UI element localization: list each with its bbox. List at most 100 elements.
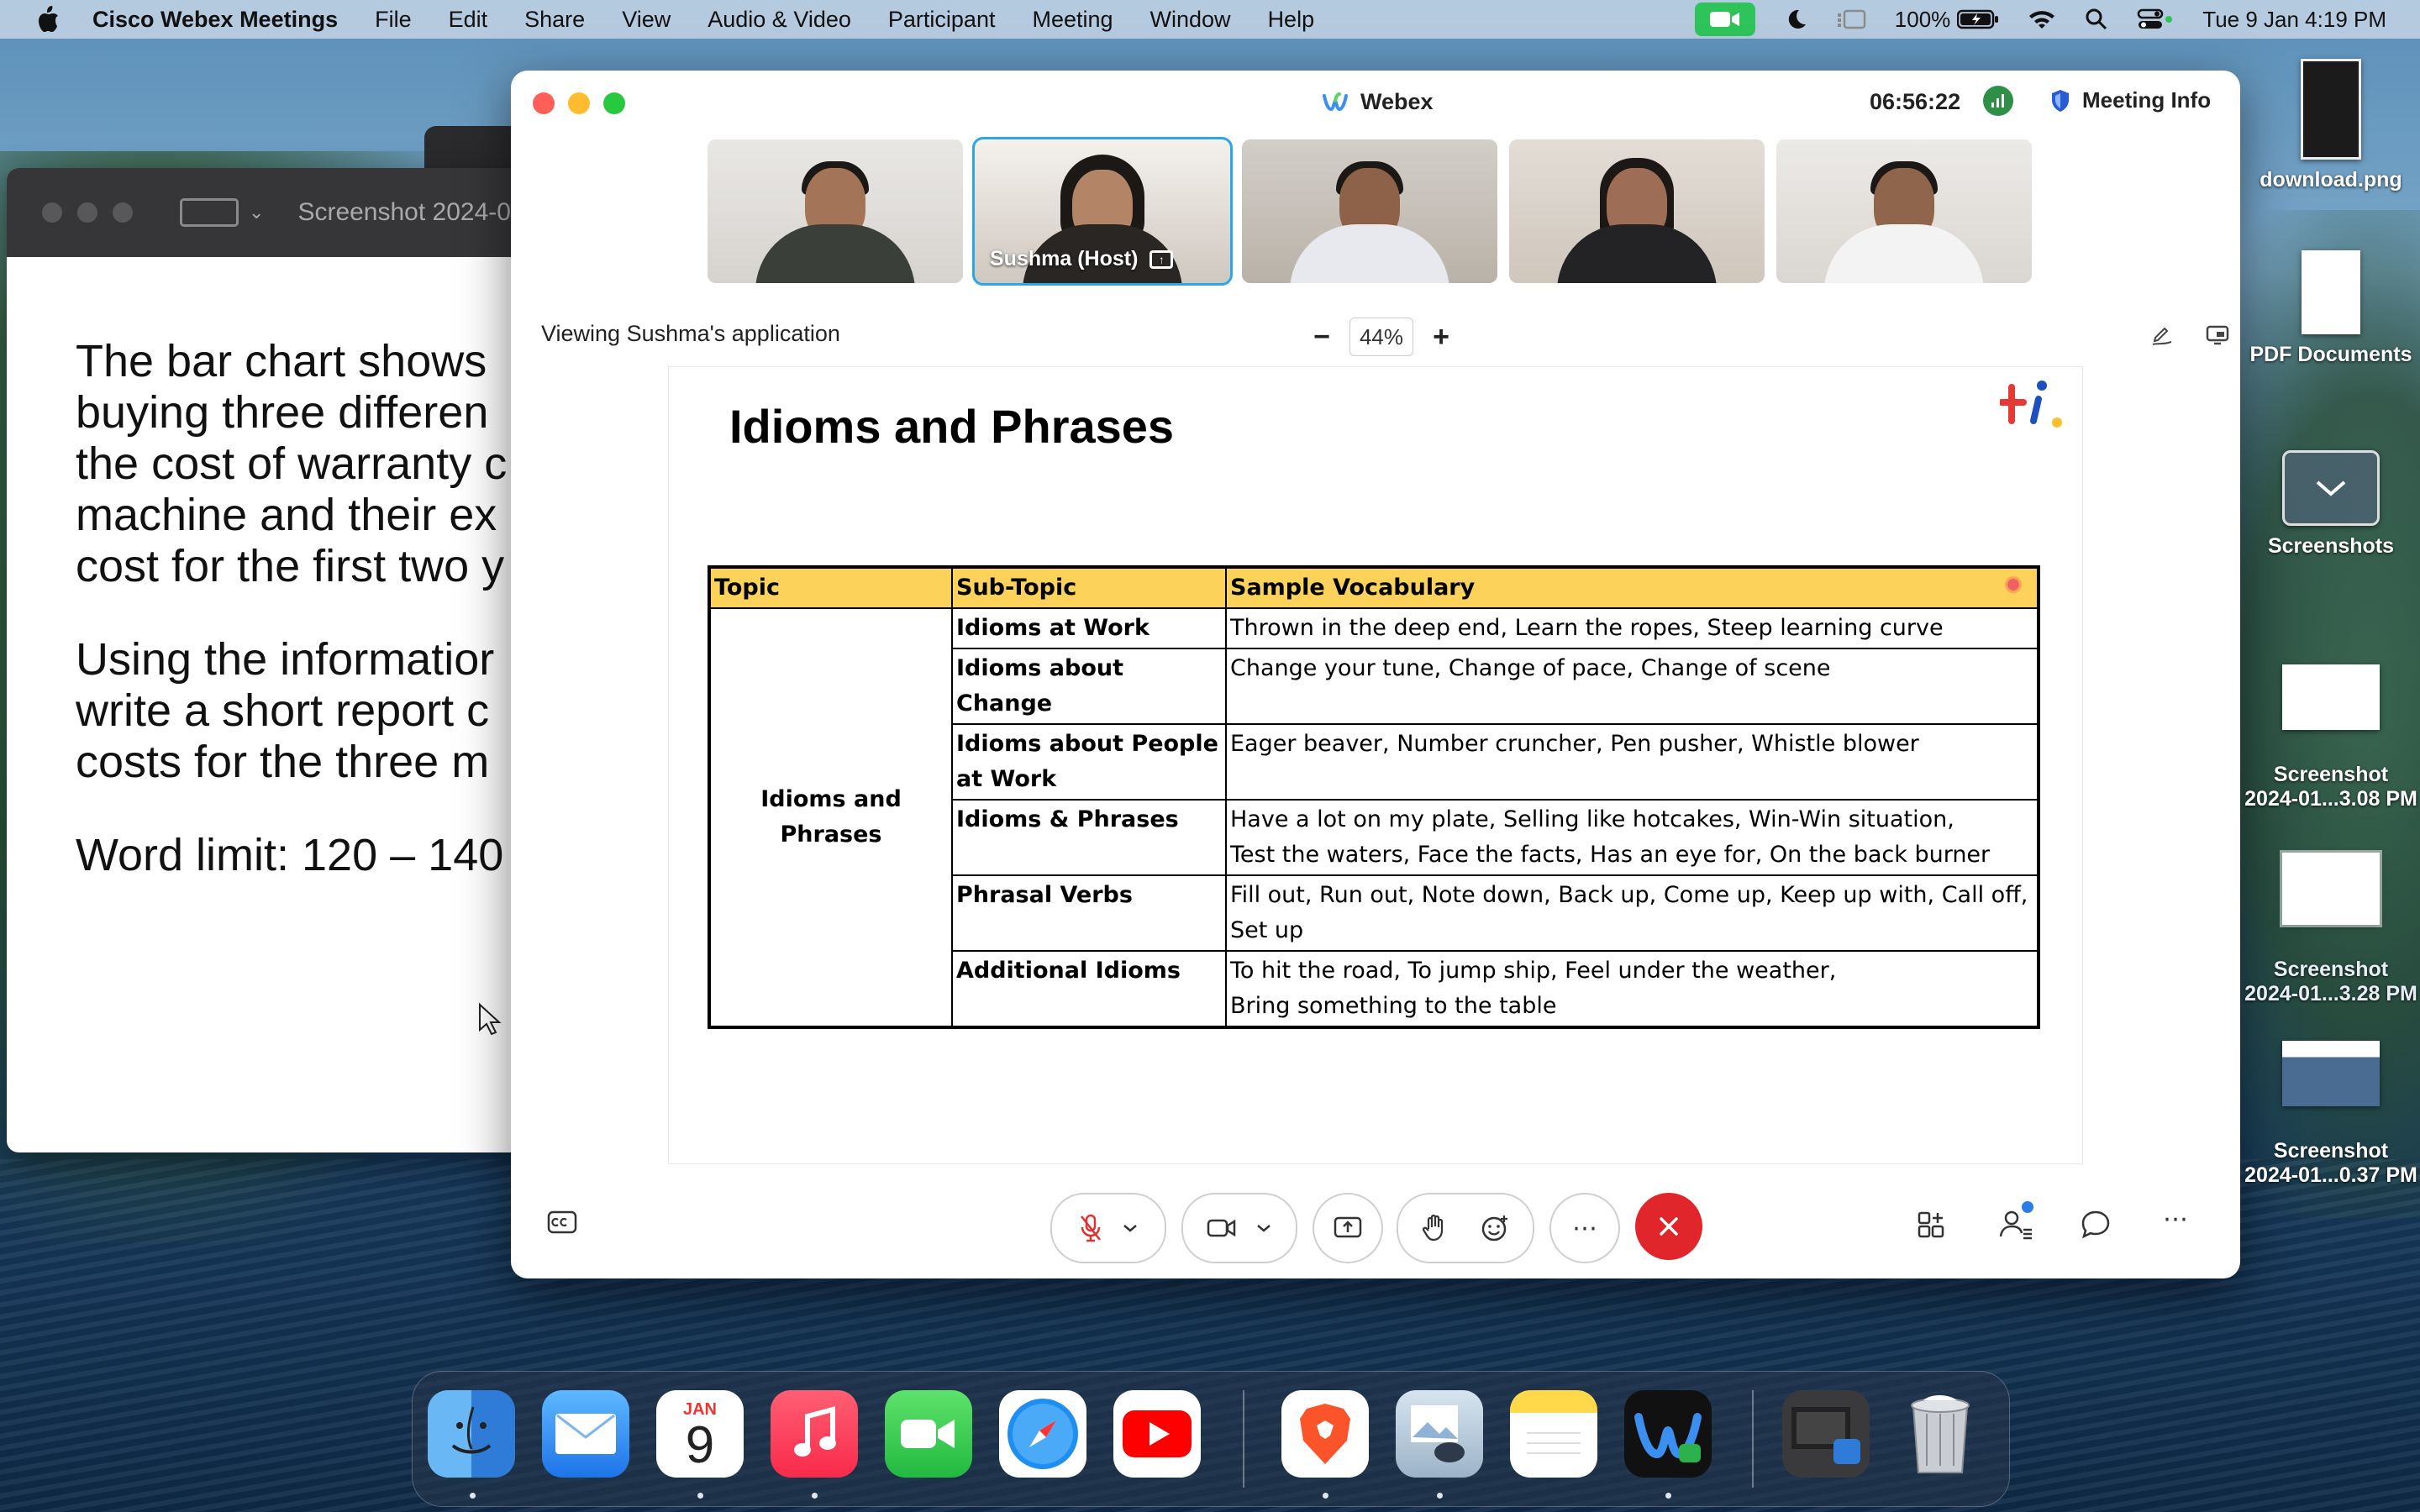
dock-notes[interactable] <box>1510 1390 1597 1478</box>
raise-hand-icon[interactable] <box>1422 1214 1447 1242</box>
zoom-out-button[interactable]: − <box>1309 321 1334 354</box>
dock-facetime[interactable] <box>885 1390 972 1478</box>
sharing-icon: ↑ <box>1150 249 1174 269</box>
desktop-file-screenshot-3[interactable]: Screenshot 2024-01...0.37 PM <box>2242 1016 2420 1188</box>
doc-paragraph-1: The bar chart shows buying three differe… <box>76 336 544 592</box>
participant-video-1[interactable] <box>708 139 963 283</box>
host-name-label: Sushma (Host) <box>990 247 1139 270</box>
dock-screenshot-stack[interactable] <box>1782 1390 1870 1478</box>
stage-manager-icon[interactable] <box>1836 8 1866 31</box>
spotlight-search-icon[interactable] <box>2085 8 2108 31</box>
participant-video-5[interactable] <box>1776 139 2032 283</box>
active-app-name[interactable]: Cisco Webex Meetings <box>92 7 338 33</box>
control-center-icon[interactable] <box>2137 8 2174 31</box>
zoom-level-field[interactable]: 44% <box>1349 318 1413 356</box>
more-options-button[interactable]: ⋯ <box>1549 1193 1620 1263</box>
dock-calendar[interactable]: JAN 9 <box>656 1390 744 1478</box>
desktop-file-download-png[interactable]: download.png <box>2242 59 2420 192</box>
meeting-info-button[interactable]: Meeting Info <box>2050 87 2211 113</box>
doc-line: costs for the three m <box>76 737 490 787</box>
focus-moon-icon[interactable] <box>1784 8 1807 31</box>
battery-status[interactable]: 100% <box>1895 7 2000 33</box>
dock-brave[interactable] <box>1281 1390 1369 1478</box>
dock-music[interactable] <box>771 1390 858 1478</box>
preview-photos-icon <box>1411 1405 1465 1462</box>
doc-line: machine and their ex <box>76 490 497 540</box>
participant-video-4[interactable] <box>1509 139 1765 283</box>
participant-video-host[interactable]: Sushma (Host) ↑ <box>972 137 1233 286</box>
menu-file[interactable]: File <box>375 7 412 33</box>
doc-line: Using the informatior <box>76 634 495 685</box>
participant-video-3[interactable] <box>1242 139 1497 283</box>
dock-webex[interactable] <box>1624 1390 1712 1478</box>
annotate-icon[interactable] <box>2149 323 2175 352</box>
network-signal-icon[interactable] <box>1983 86 2013 116</box>
wifi-icon[interactable] <box>2028 8 2056 30</box>
webex-meeting-window[interactable]: Webex 06:56:22 Meeting Info Sushma (Host… <box>511 71 2240 1278</box>
dock-trash[interactable] <box>1897 1390 1984 1478</box>
vocab-cell: Change your tune, Change of pace, Change… <box>1225 648 2039 725</box>
apple-menu-icon[interactable] <box>34 5 62 34</box>
pop-out-view-icon[interactable] <box>2205 323 2230 352</box>
screenshot-thumbnail <box>2280 850 2382 927</box>
dock-safari[interactable] <box>999 1390 1086 1478</box>
sidebar-toggle-icon[interactable] <box>180 198 239 227</box>
menu-audio-video[interactable]: Audio & Video <box>708 7 851 33</box>
menu-view[interactable]: View <box>622 7 671 33</box>
shared-screen-content[interactable]: Idioms and Phrases Topic Sub-Topic Sampl… <box>668 366 2083 1164</box>
dock: JAN 9 <box>412 1371 2010 1507</box>
vocab-line: Have a lot on my plate, Selling like hot… <box>1230 806 1954 832</box>
chevron-down-icon <box>2316 480 2346 496</box>
chevron-down-icon <box>1123 1225 1137 1232</box>
desktop-stack-screenshots[interactable]: Screenshots <box>2242 450 2420 559</box>
dock-mail[interactable] <box>542 1390 629 1478</box>
chevron-down-icon[interactable]: ⌄ <box>249 202 264 223</box>
battery-icon <box>1957 9 1999 29</box>
fullscreen-window-button[interactable] <box>603 92 625 114</box>
desktop-file-screenshot-2[interactable]: Screenshot 2024-01...3.28 PM <box>2242 828 2420 1006</box>
overflow-menu-icon[interactable]: ⋯ <box>2163 1205 2188 1234</box>
leave-meeting-button[interactable] <box>1635 1193 1702 1260</box>
battery-percent: 100% <box>1894 6 1951 32</box>
table-row: Idioms and Phrases Idioms at Work Thrown… <box>708 607 2039 1028</box>
dock-preview[interactable] <box>1396 1390 1483 1478</box>
doc-line: cost for the first two y <box>76 541 505 591</box>
video-button[interactable] <box>1181 1193 1297 1263</box>
menu-window[interactable]: Window <box>1150 7 1231 33</box>
apps-icon[interactable] <box>1916 1208 1949 1246</box>
preview-window-title: Screenshot 2024-01 <box>297 198 525 226</box>
vocab-cell: Have a lot on my plate, Selling like hot… <box>1225 799 2039 876</box>
running-indicator <box>1665 1493 1671 1499</box>
menubar-clock[interactable]: Tue 9 Jan 4:19 PM <box>2202 7 2386 33</box>
brave-lion-icon <box>1300 1404 1350 1464</box>
close-window-button[interactable] <box>533 92 555 114</box>
mute-button[interactable] <box>1050 1193 1166 1263</box>
mouse-pointer-icon <box>479 1003 502 1036</box>
reaction-emoji-icon[interactable] <box>1481 1214 1509 1242</box>
menu-meeting[interactable]: Meeting <box>1032 7 1113 33</box>
vocab-line: Set up <box>1230 917 1304 943</box>
zoom-dot-inactive[interactable] <box>113 202 133 223</box>
desktop-icon-label: download.png <box>2260 168 2402 192</box>
closed-captions-icon[interactable] <box>546 1210 578 1242</box>
desktop-icon-label: PDF Documents <box>2249 343 2412 366</box>
minimize-window-button[interactable] <box>568 92 590 114</box>
desktop-folder-pdf-documents[interactable]: PDF Documents <box>2242 250 2420 367</box>
minimize-dot-inactive[interactable] <box>77 202 97 223</box>
menu-help[interactable]: Help <box>1268 7 1315 33</box>
close-dot-inactive[interactable] <box>42 202 62 223</box>
dock-finder[interactable] <box>428 1390 515 1478</box>
menu-participant[interactable]: Participant <box>888 7 996 33</box>
preview-window[interactable]: ⌄ Screenshot 2024-01 The bar chart shows… <box>7 168 544 1152</box>
chat-icon[interactable] <box>2079 1208 2112 1246</box>
laser-pointer <box>2007 579 2019 591</box>
share-button[interactable] <box>1313 1193 1383 1263</box>
camera-in-use-icon[interactable] <box>1694 3 1755 36</box>
zoom-in-button[interactable]: + <box>1428 321 1454 354</box>
participants-icon[interactable] <box>1998 1201 2035 1246</box>
menu-share[interactable]: Share <box>524 7 585 33</box>
dock-youtube[interactable] <box>1113 1390 1201 1478</box>
participant-strip: Sushma (Host) ↑ <box>708 137 2032 286</box>
desktop-file-screenshot-1[interactable]: Screenshot 2024-01...3.08 PM <box>2242 640 2420 811</box>
menu-edit[interactable]: Edit <box>449 7 488 33</box>
